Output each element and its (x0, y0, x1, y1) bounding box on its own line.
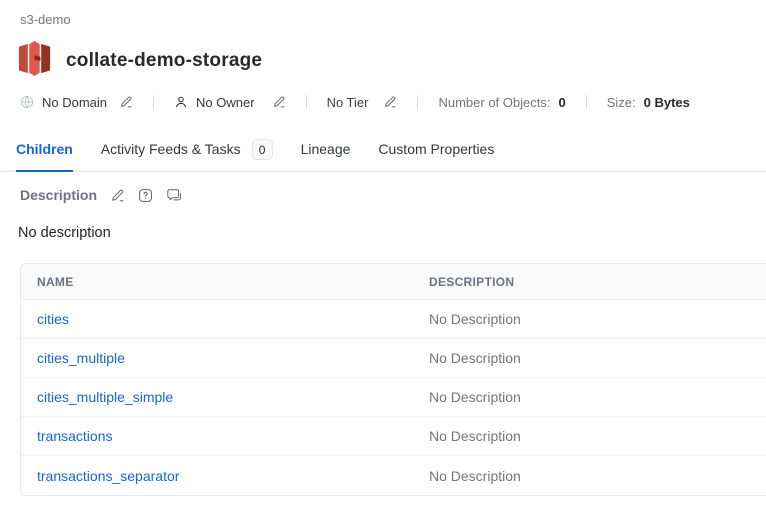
table-row: transactions_separator No Description (21, 456, 766, 495)
table-row: cities_multiple No Description (21, 339, 766, 378)
description-header: Description (20, 187, 182, 203)
description-text: No description (18, 225, 111, 241)
tab-activity-feeds-tasks[interactable]: Activity Feeds & Tasks 0 (101, 139, 273, 172)
tab-activity-label: Activity Feeds & Tasks (101, 141, 241, 157)
tier-field: No Tier (327, 95, 398, 110)
person-icon (174, 95, 188, 109)
activity-count-badge: 0 (252, 139, 273, 160)
child-description: No Description (413, 417, 766, 456)
tab-bar: Children Activity Feeds & Tasks 0 Lineag… (0, 139, 766, 172)
divider (153, 95, 154, 109)
globe-icon (20, 95, 34, 109)
size-field: Size: 0 Bytes (607, 95, 690, 110)
comments-icon[interactable] (166, 188, 182, 203)
edit-description-pencil-icon[interactable] (110, 188, 125, 203)
storage-container-page: s3-demo collate-demo-storage No Domain (0, 0, 766, 520)
owner-field: No Owner (174, 95, 286, 110)
objects-count-field: Number of Objects: 0 (438, 95, 565, 110)
child-link-transactions[interactable]: transactions (37, 428, 112, 444)
child-description: No Description (413, 456, 766, 495)
table-row: cities_multiple_simple No Description (21, 378, 766, 417)
child-description: No Description (413, 300, 766, 339)
table-row: transactions No Description (21, 417, 766, 456)
domain-label: No Domain (42, 95, 107, 110)
tab-lineage-label: Lineage (301, 141, 351, 157)
breadcrumb-item-s3-demo[interactable]: s3-demo (20, 12, 71, 27)
size-label: Size: (607, 95, 636, 110)
child-link-cities-multiple[interactable]: cities_multiple (37, 350, 125, 366)
tab-custom-properties[interactable]: Custom Properties (378, 139, 494, 172)
objects-count-label: Number of Objects: (438, 95, 550, 110)
child-link-transactions-separator[interactable]: transactions_separator (37, 468, 179, 484)
column-header-name: NAME (21, 264, 413, 300)
child-link-cities-multiple-simple[interactable]: cities_multiple_simple (37, 389, 173, 405)
s3-bucket-icon (18, 40, 51, 82)
edit-owner-pencil-icon[interactable] (272, 95, 286, 109)
tier-label: No Tier (327, 95, 369, 110)
page-title: collate-demo-storage (66, 50, 262, 72)
child-description: No Description (413, 378, 766, 417)
tab-children[interactable]: Children (16, 139, 73, 172)
children-table: NAME DESCRIPTION cities No Description c… (20, 263, 766, 496)
tab-lineage[interactable]: Lineage (301, 139, 351, 172)
tab-children-label: Children (16, 141, 73, 157)
table-header-row: NAME DESCRIPTION (21, 264, 766, 300)
divider (417, 95, 418, 109)
edit-tier-pencil-icon[interactable] (383, 95, 397, 109)
owner-label: No Owner (196, 95, 255, 110)
description-label: Description (20, 187, 97, 203)
objects-count-value: 0 (558, 95, 565, 110)
domain-field: No Domain (20, 95, 133, 110)
divider (306, 95, 307, 109)
size-value: 0 Bytes (644, 95, 690, 110)
child-description: No Description (413, 339, 766, 378)
table-row: cities No Description (21, 300, 766, 339)
edit-domain-pencil-icon[interactable] (119, 95, 133, 109)
child-link-cities[interactable]: cities (37, 311, 69, 327)
column-header-description: DESCRIPTION (413, 264, 766, 300)
request-description-icon[interactable] (138, 188, 153, 203)
tab-custom-properties-label: Custom Properties (378, 141, 494, 157)
entity-meta-bar: No Domain No Owner No Tier (20, 92, 766, 112)
entity-header: collate-demo-storage (18, 40, 262, 82)
divider (586, 95, 587, 109)
breadcrumb: s3-demo (20, 12, 71, 27)
